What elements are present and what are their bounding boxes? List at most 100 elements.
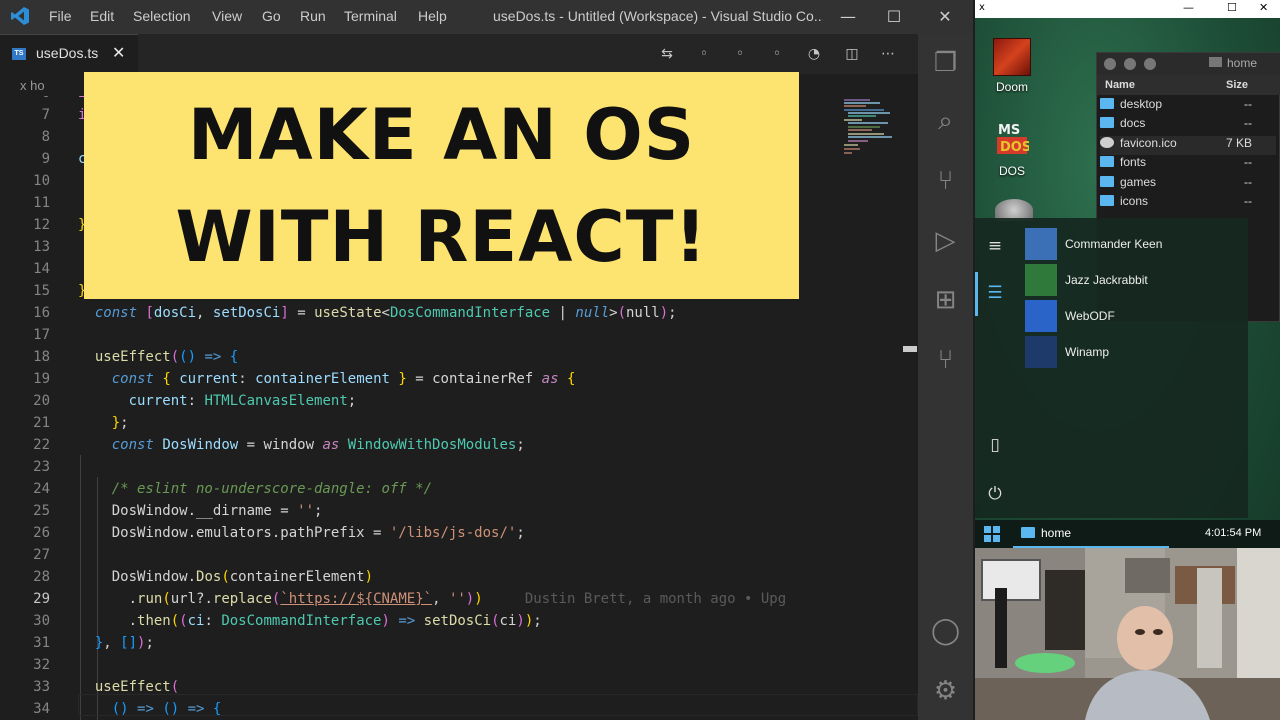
- dos-icon[interactable]: MS DOS: [995, 120, 1031, 156]
- commit-icon[interactable]: ◦: [729, 43, 751, 65]
- more-actions-icon[interactable]: ⋯: [877, 43, 899, 65]
- taskbar-clock[interactable]: 4:01:54 PM: [1205, 527, 1261, 539]
- app-icon: [1025, 264, 1057, 296]
- close-button[interactable]: ✕: [1259, 1, 1268, 14]
- tab-label[interactable]: useDos.ts: [36, 45, 98, 61]
- explorer-row-name: fonts: [1120, 155, 1147, 170]
- code-line: const { current: containerElement } = co…: [111, 371, 576, 387]
- folder-icon: [1100, 156, 1114, 168]
- menu-go[interactable]: Go: [262, 8, 281, 24]
- svg-text:DOS: DOS: [1000, 140, 1029, 155]
- explorer-row-name: favicon.ico: [1120, 135, 1177, 150]
- previous-change-icon[interactable]: ◦: [693, 43, 715, 65]
- folder-icon: [1100, 175, 1114, 187]
- col-size[interactable]: Size: [1226, 79, 1248, 91]
- desktop-icon-label-dos[interactable]: DOS: [982, 164, 1042, 178]
- line-number: 12: [33, 217, 50, 233]
- line-number: 24: [33, 481, 50, 497]
- settings-gear-icon[interactable]: ⚙: [918, 671, 973, 711]
- window-control-dot[interactable]: [1124, 58, 1136, 70]
- code-line: useEffect(: [94, 679, 180, 695]
- maximize-button[interactable]: ☐: [871, 0, 917, 34]
- minimize-button[interactable]: —: [825, 0, 871, 34]
- webcam-feed: [975, 548, 1280, 720]
- line-number: 20: [33, 393, 50, 409]
- menu-terminal[interactable]: Terminal: [344, 8, 397, 24]
- git-graph-icon[interactable]: ⑂: [918, 340, 973, 380]
- git-lens-icon[interactable]: ◔: [803, 43, 825, 65]
- explorer-row[interactable]: favicon.ico 7 KB: [1100, 135, 1276, 155]
- explorer-row[interactable]: desktop --: [1100, 97, 1276, 116]
- tab-close-icon[interactable]: ✕: [112, 43, 125, 62]
- menu-help[interactable]: Help: [418, 8, 447, 24]
- explorer-row[interactable]: games --: [1100, 175, 1276, 194]
- window-control-dot[interactable]: [1144, 58, 1156, 70]
- banner-line-2: WITH REACT!: [175, 196, 708, 278]
- scrollbar-marker[interactable]: [903, 346, 917, 352]
- power-icon[interactable]: ⏻: [980, 484, 1010, 504]
- code-line: useEffect(() => {: [94, 349, 239, 365]
- explorer-icon[interactable]: ❐: [918, 43, 973, 83]
- close-window-button[interactable]: ✕: [922, 0, 968, 34]
- search-icon[interactable]: ⌕: [918, 101, 973, 141]
- folder-icon: [1100, 195, 1114, 206]
- code-line: .then((ci: DosCommandInterface) => setDo…: [78, 613, 542, 629]
- line-number: 9: [41, 151, 50, 167]
- menu-edit[interactable]: Edit: [90, 8, 114, 24]
- explorer-row[interactable]: icons --: [1100, 194, 1276, 213]
- run-debug-icon[interactable]: ▷: [918, 221, 973, 261]
- code-line: const DosWindow = window as WindowWithDo…: [111, 437, 525, 453]
- code-line: }, []);: [94, 635, 154, 651]
- extensions-icon[interactable]: ⊞: [918, 280, 973, 320]
- start-menu-item[interactable]: Winamp: [1025, 336, 1109, 368]
- menu-selection[interactable]: Selection: [133, 8, 191, 24]
- account-icon[interactable]: ◯: [918, 611, 973, 651]
- explorer-row[interactable]: docs --: [1100, 116, 1276, 135]
- next-change-icon[interactable]: ◦: [766, 43, 788, 65]
- open-changes-icon[interactable]: ⇆: [656, 43, 678, 65]
- browser-tab-glyph: x: [979, 2, 985, 13]
- line-number: 8: [41, 129, 50, 145]
- documents-icon[interactable]: ▯: [980, 435, 1010, 455]
- line-number: 31: [33, 635, 50, 651]
- menu-run[interactable]: Run: [300, 8, 326, 24]
- vscode-logo-icon: [11, 7, 29, 25]
- menu-file[interactable]: File: [49, 8, 72, 24]
- explorer-row[interactable]: fonts --: [1100, 155, 1276, 174]
- line-number: 25: [33, 503, 50, 519]
- file-icon: [1100, 136, 1114, 148]
- line-number: 10: [33, 173, 50, 189]
- all-apps-list-icon[interactable]: ☰: [980, 283, 1010, 303]
- line-number: 21: [33, 415, 50, 431]
- window-control-dot[interactable]: [1104, 58, 1116, 70]
- maximize-button[interactable]: ☐: [1227, 1, 1237, 14]
- explorer-row-size: 7 KB: [1225, 135, 1252, 150]
- desktop-icon-label-doom[interactable]: Doom: [982, 80, 1042, 94]
- hamburger-menu-icon[interactable]: ≡: [980, 236, 1010, 256]
- source-control-icon[interactable]: ⑂: [918, 161, 973, 201]
- doom-icon[interactable]: [993, 38, 1031, 76]
- folder-icon: [1100, 98, 1114, 109]
- line-number: 30: [33, 613, 50, 629]
- taskbar-item-home[interactable]: home: [1013, 520, 1169, 548]
- menu-view[interactable]: View: [212, 8, 242, 24]
- start-menu-item[interactable]: Jazz Jackrabbit: [1025, 264, 1148, 296]
- code-line: };: [111, 415, 129, 431]
- breadcrumb[interactable]: x ho: [20, 78, 45, 93]
- explorer-row-name: desktop: [1120, 97, 1163, 111]
- start-menu-item[interactable]: Commander Keen: [1025, 228, 1162, 260]
- minimap[interactable]: [840, 96, 902, 176]
- line-number: 6: [0, 96, 50, 104]
- windows-start-icon[interactable]: [983, 525, 1001, 543]
- split-editor-icon[interactable]: ◫: [841, 43, 863, 65]
- minimize-button[interactable]: —: [1183, 1, 1194, 14]
- explorer-row-name: icons: [1120, 194, 1149, 208]
- line-number: 23: [33, 459, 50, 475]
- start-menu-item[interactable]: WebODF: [1025, 300, 1115, 332]
- col-name[interactable]: Name: [1105, 79, 1135, 91]
- code-line: DosWindow.emulators.pathPrefix = '/libs/…: [78, 525, 525, 541]
- line-number: 7: [41, 107, 50, 123]
- start-menu-item-label: Jazz Jackrabbit: [1065, 273, 1148, 287]
- line-number: 11: [33, 195, 50, 211]
- line-number: 32: [33, 657, 50, 673]
